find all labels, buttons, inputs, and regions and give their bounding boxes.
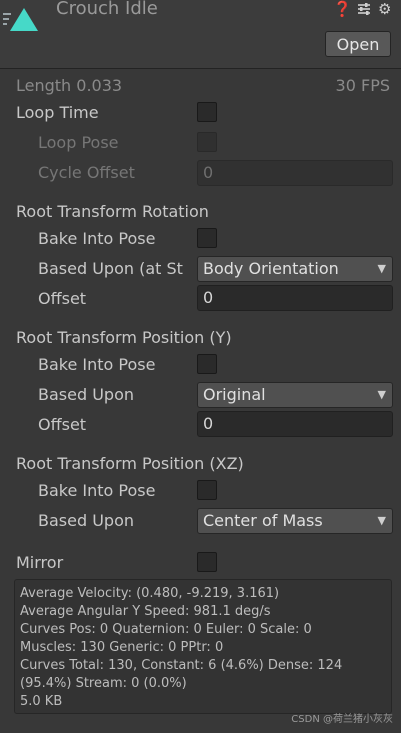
clip-length: Length 0.033 (16, 76, 123, 95)
position-xz-based-upon-label: Based Upon (38, 511, 134, 530)
loop-time-checkbox[interactable] (197, 102, 217, 122)
rotation-offset-label: Offset (38, 289, 87, 308)
rotation-based-upon-label: Based Upon (at St (38, 259, 183, 278)
mirror-checkbox[interactable] (197, 552, 217, 572)
settings-icon[interactable]: ⚙ (378, 0, 391, 18)
position-xz-based-upon-value: Center of Mass (203, 511, 323, 530)
animation-clip-icon (3, 8, 38, 31)
position-xz-bake-label: Bake Into Pose (38, 481, 156, 500)
open-button[interactable]: Open (325, 31, 391, 57)
position-y-based-upon-label: Based Upon (38, 385, 134, 404)
rotation-bake-checkbox[interactable] (197, 228, 217, 248)
stats-line: Average Velocity: (0.480, -9.219, 3.161) (20, 586, 280, 601)
clip-stats-box: Average Velocity: (0.480, -9.219, 3.161)… (14, 579, 392, 714)
position-y-based-upon-value: Original (203, 385, 266, 404)
help-icon[interactable]: ❓ (333, 0, 352, 18)
rotation-offset-field[interactable]: 0 (197, 285, 393, 311)
clip-fps: 30 FPS (335, 76, 390, 95)
mirror-label: Mirror (16, 553, 64, 572)
watermark: CSDN @荷兰猪小灰灰 (291, 714, 393, 725)
position-xz-heading: Root Transform Position (XZ) (16, 454, 244, 473)
position-y-offset-field[interactable]: 0 (197, 411, 393, 437)
position-xz-bake-checkbox[interactable] (197, 480, 217, 500)
cycle-offset-field[interactable]: 0 (197, 160, 393, 186)
loop-time-label: Loop Time (16, 103, 99, 122)
clip-header: Crouch Idle ❓ ⚙ Open (0, 0, 401, 69)
position-y-offset-label: Offset (38, 415, 87, 434)
rotation-heading: Root Transform Rotation (16, 202, 209, 221)
loop-pose-label: Loop Pose (38, 133, 119, 152)
stats-line: 5.0 KB (20, 694, 63, 709)
position-xz-based-upon-dropdown[interactable]: Center of Mass ▼ (197, 508, 393, 534)
stats-line: (95.4%) Stream: 0 (0.0%) (20, 676, 187, 691)
position-y-bake-label: Bake Into Pose (38, 355, 156, 374)
cycle-offset-label: Cycle Offset (38, 163, 135, 182)
position-y-bake-checkbox[interactable] (197, 354, 217, 374)
position-y-heading: Root Transform Position (Y) (16, 328, 232, 347)
dropdown-arrow-icon: ▼ (377, 514, 386, 527)
loop-pose-checkbox[interactable] (197, 132, 217, 152)
stats-line: Curves Total: 130, Constant: 6 (4.6%) De… (20, 658, 343, 673)
dropdown-arrow-icon: ▼ (377, 388, 386, 401)
position-y-based-upon-dropdown[interactable]: Original ▼ (197, 382, 393, 408)
rotation-based-upon-dropdown[interactable]: Body Orientation ▼ (197, 256, 393, 282)
stats-line: Curves Pos: 0 Quaternion: 0 Euler: 0 Sca… (20, 622, 312, 637)
clip-title: Crouch Idle (56, 0, 158, 19)
rotation-bake-label: Bake Into Pose (38, 229, 156, 248)
dropdown-arrow-icon: ▼ (377, 262, 386, 275)
presets-icon[interactable] (356, 1, 372, 17)
stats-line: Average Angular Y Speed: 981.1 deg/s (20, 604, 271, 619)
stats-line: Muscles: 130 Generic: 0 PPtr: 0 (20, 640, 224, 655)
rotation-based-upon-value: Body Orientation (203, 259, 339, 278)
